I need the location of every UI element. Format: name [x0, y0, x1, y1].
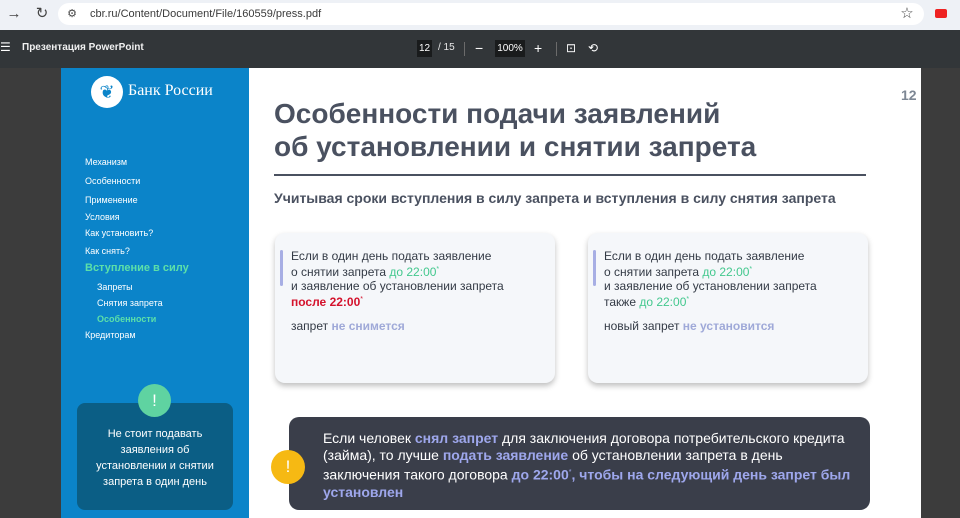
- warning-icon: !: [271, 450, 305, 484]
- footnote-mark: *: [749, 266, 753, 273]
- bank-name: Банк России: [128, 82, 213, 99]
- result-highlight: не снимется: [331, 319, 405, 333]
- zoom-input[interactable]: 100%: [495, 40, 525, 57]
- footnote-mark: *: [686, 296, 690, 303]
- time-highlight-red: после 22:00: [291, 295, 361, 309]
- nav-item-creditors[interactable]: Кредиторам: [85, 330, 136, 340]
- slide-title-line2: об установлении и снятии запрета: [274, 131, 757, 162]
- note-highlight: снял запрет: [414, 430, 499, 446]
- exclamation-icon: !: [138, 384, 171, 417]
- card-text: Если в один день подать заявление о снят…: [291, 249, 551, 309]
- fit-page-icon[interactable]: ⊡: [566, 39, 576, 57]
- reload-icon[interactable]: ↻: [34, 6, 50, 22]
- title-rule: [274, 174, 866, 176]
- tip-text: Не стоит подавать заявления об установле…: [96, 428, 214, 488]
- card-line: также: [604, 295, 640, 309]
- nav-item-how-to-remove[interactable]: Как снять?: [85, 246, 130, 256]
- card-result: новый запрет не установится: [604, 319, 774, 333]
- page-number-input[interactable]: 12: [417, 40, 432, 57]
- note-text: Если человек снял запрет для заключения …: [323, 430, 863, 501]
- slide-title-line1: Особенности подачи заявлений: [274, 98, 721, 129]
- footnote-mark: *: [360, 296, 363, 303]
- star-icon[interactable]: ☆: [899, 6, 915, 22]
- note-highlight: до 22:00: [511, 466, 569, 483]
- result-text: новый запрет: [604, 319, 683, 333]
- note-card: Если человек снял запрет для заключения …: [289, 417, 870, 510]
- url-text[interactable]: cbr.ru/Content/Document/File/160559/pres…: [90, 6, 321, 22]
- nav-item-application[interactable]: Применение: [85, 195, 138, 205]
- pdf-toolbar: ☰ Презентация PowerPoint 12 / 15 − 100% …: [0, 30, 960, 68]
- slide-sidebar: ❦ Банк России Механизм Особенности Приме…: [61, 68, 249, 518]
- card-line: и заявление об установлении запрета: [291, 279, 504, 293]
- card-line: о снятии запрета: [291, 265, 390, 279]
- nav-subitem-bans[interactable]: Запреты: [97, 282, 133, 292]
- card-result: запрет не снимется: [291, 319, 405, 333]
- note-highlight: подать заявление: [442, 447, 569, 463]
- scenario-card-2: Если в один день подать заявление о снят…: [588, 233, 868, 383]
- bank-logo: ❦: [91, 76, 123, 108]
- site-info-icon[interactable]: ⚙: [64, 6, 80, 22]
- youtube-icon[interactable]: [935, 9, 947, 18]
- card-line: Если в один день подать заявление: [604, 249, 805, 263]
- slide-title: Особенности подачи заявлений об установл…: [274, 97, 874, 163]
- card-accent-bar: [280, 250, 283, 286]
- time-highlight: до 22:00: [389, 265, 437, 279]
- rotate-icon[interactable]: ⟲: [588, 39, 598, 57]
- nav-subitem-removals[interactable]: Снятия запрета: [97, 298, 163, 308]
- page-total: / 15: [438, 42, 455, 53]
- time-highlight: до 22:00: [639, 295, 687, 309]
- nav-item-how-to-set[interactable]: Как установить?: [85, 228, 153, 238]
- card-line: Если в один день подать заявление: [291, 249, 492, 263]
- note-part: Если человек: [323, 430, 415, 446]
- nav-item-conditions[interactable]: Условия: [85, 212, 120, 222]
- nav-item-features[interactable]: Особенности: [85, 176, 140, 186]
- divider: [464, 42, 465, 56]
- card-accent-bar: [593, 250, 596, 286]
- card-text: Если в один день подать заявление о снят…: [604, 249, 864, 309]
- result-highlight: не установится: [682, 319, 775, 333]
- time-highlight: до 22:00: [702, 265, 750, 279]
- arrow-right-icon[interactable]: →: [6, 6, 22, 22]
- footnote-mark: *: [436, 266, 440, 273]
- scenario-card-1: Если в один день подать заявление о снят…: [275, 233, 555, 383]
- divider: [556, 42, 557, 56]
- card-line: о снятии запрета: [604, 265, 703, 279]
- nav-subitem-features[interactable]: Особенности: [97, 314, 156, 324]
- slide-subtitle: Учитывая сроки вступления в силу запрета…: [274, 190, 836, 206]
- pdf-page: ❦ Банк России Механизм Особенности Приме…: [61, 68, 921, 518]
- zoom-in-button[interactable]: +: [534, 39, 542, 57]
- card-line: и заявление об установлении запрета: [604, 279, 817, 293]
- result-text: запрет: [291, 319, 332, 333]
- nav-item-entry-into-force[interactable]: Вступление в силу: [85, 262, 189, 274]
- nav-item-mechanism[interactable]: Механизм: [85, 157, 127, 167]
- browser-toolbar: → ↻ ⚙ cbr.ru/Content/Document/File/16055…: [0, 0, 960, 30]
- slide-page-number: 12: [901, 87, 917, 103]
- menu-icon[interactable]: ☰: [0, 40, 11, 54]
- zoom-out-button[interactable]: −: [475, 39, 483, 57]
- document-title: Презентация PowerPoint: [22, 42, 144, 53]
